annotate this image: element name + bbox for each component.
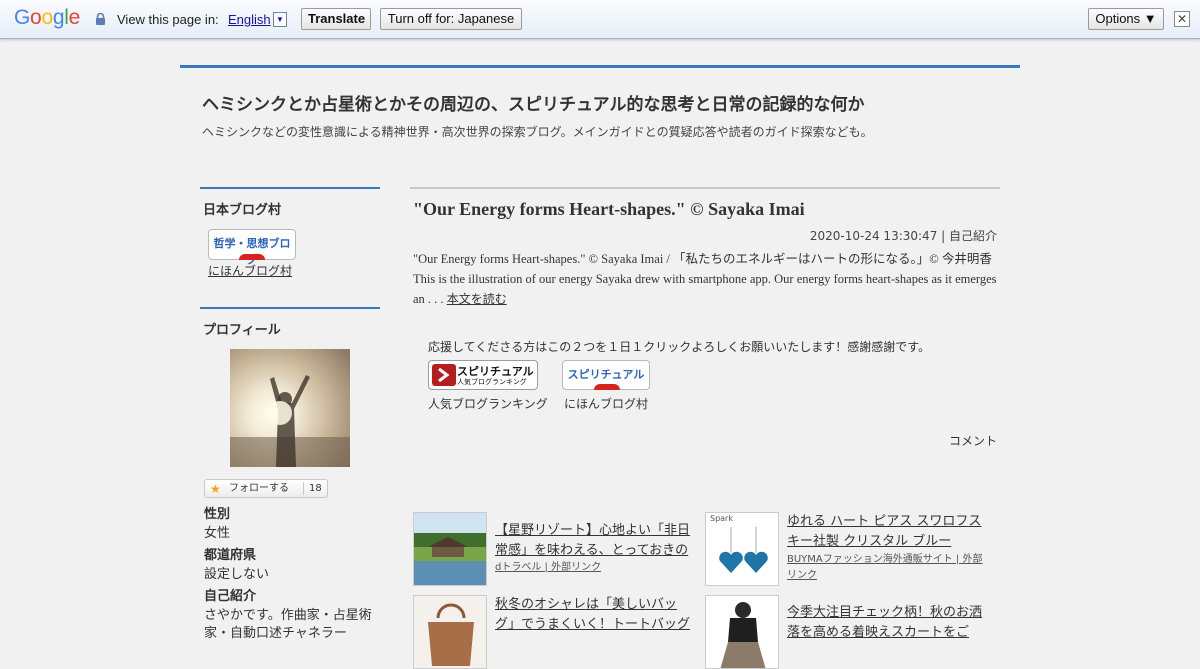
profile-heading: プロフィール	[200, 307, 380, 338]
ranking-logo-icon	[432, 364, 456, 386]
turn-off-button[interactable]: Turn off for: Japanese	[380, 8, 522, 30]
prefecture-value: 設定しない	[204, 567, 270, 582]
close-icon[interactable]: ✕	[1174, 11, 1190, 27]
comment-link[interactable]: コメント	[949, 432, 997, 449]
prefecture-label: 都道府県	[204, 548, 257, 563]
star-icon: ★	[210, 482, 221, 496]
bag-image	[414, 596, 486, 668]
follow-separator	[303, 482, 304, 495]
follow-label: フォローする	[229, 483, 289, 494]
village-button[interactable]: スピリチュアル	[562, 360, 650, 390]
site-description: ヘミシンクなどの変性意識による精神世界・高次世界の探索ブログ。メインガイドとの質…	[202, 125, 873, 139]
earrings-brand-label: Spark	[710, 514, 733, 523]
header-divider	[180, 65, 1020, 68]
village-button-label: スピリチュアル	[567, 368, 645, 381]
article-title[interactable]: "Our Energy forms Heart-shapes." © Sayak…	[413, 199, 805, 220]
related-title-skirt[interactable]: 今季大注目チェック柄！秋のお洒落を高める着映えスカートをご	[787, 603, 983, 643]
follow-count: 18	[309, 483, 322, 494]
site-title[interactable]: ヘミシンクとか占星術とかその周辺の、スピリチュアル的な思考と日常の記録的な何か	[202, 90, 865, 115]
article-excerpt: "Our Energy forms Heart-shapes." © Sayak…	[413, 249, 998, 309]
village-caption-link[interactable]: にほんブログ村	[564, 395, 648, 412]
translate-bar: Google View this page in: English ▼ Tran…	[0, 0, 1200, 39]
related-source-earrings[interactable]: BUYMAファッション海外通販サイト | 外部リンク	[787, 552, 987, 584]
intro-line-1: さやかです。作曲家・占星術	[204, 608, 372, 623]
gender-label: 性別	[204, 507, 231, 522]
read-more-link[interactable]: 本文を読む	[447, 292, 507, 306]
ranking-button[interactable]: スピリチュアル 人気ブログランキング	[428, 360, 538, 390]
support-message: 応援してくださる方はこの２つを１日１クリックよろしくお願いいたします！感謝感謝で…	[428, 340, 931, 354]
related-thumb-skirt[interactable]	[705, 595, 779, 669]
translate-button[interactable]: Translate	[301, 8, 371, 30]
intro-label: 自己紹介	[204, 589, 257, 604]
related-title-bag[interactable]: 秋冬のオシャレは「美しいバッグ」でうまくいく！トートバッグ	[495, 595, 691, 635]
follow-button[interactable]: ★ フォローする 18	[204, 479, 328, 498]
language-dropdown-icon[interactable]: ▼	[273, 12, 287, 27]
options-button[interactable]: Options ▼	[1088, 8, 1164, 30]
article-meta: 2020-10-24 13:30:47 | 自己紹介	[809, 229, 997, 243]
related-thumb-resort[interactable]	[413, 512, 487, 586]
related-title-earrings[interactable]: ゆれる ハート ピアス スワロフスキー社製 クリスタル ブルー	[787, 512, 983, 552]
philosophy-blog-banner[interactable]: 哲学・思想ブログ	[208, 229, 296, 266]
lock-icon	[96, 13, 105, 25]
ranking-caption-link[interactable]: 人気ブログランキング	[428, 395, 548, 412]
resort-image	[414, 513, 486, 585]
language-select[interactable]: English	[228, 12, 271, 27]
article-divider	[410, 187, 1000, 189]
related-thumb-bag[interactable]	[413, 595, 487, 669]
ranking-button-sub: 人気ブログランキング	[457, 378, 527, 386]
skirt-image	[706, 596, 778, 668]
view-page-label: View this page in:	[117, 12, 219, 27]
related-title-resort[interactable]: 【星野リゾート】心地よい「非日常感」を味わえる、とっておきの	[495, 521, 691, 561]
banner-logo-icon	[239, 254, 265, 260]
blog-village-heading: 日本ブログ村	[200, 187, 380, 218]
profile-photo	[230, 349, 350, 467]
gender-value: 女性	[204, 526, 231, 541]
village-logo-icon	[594, 384, 620, 390]
earrings-image	[706, 513, 778, 585]
nihon-blog-village-link[interactable]: にほんブログ村	[208, 262, 292, 279]
intro-line-2: 家・自動口述チャネラー	[204, 626, 347, 641]
related-thumb-earrings[interactable]: Spark	[705, 512, 779, 586]
google-logo: Google	[14, 6, 80, 29]
related-source-resort[interactable]: dトラベル | 外部リンク	[495, 560, 695, 576]
